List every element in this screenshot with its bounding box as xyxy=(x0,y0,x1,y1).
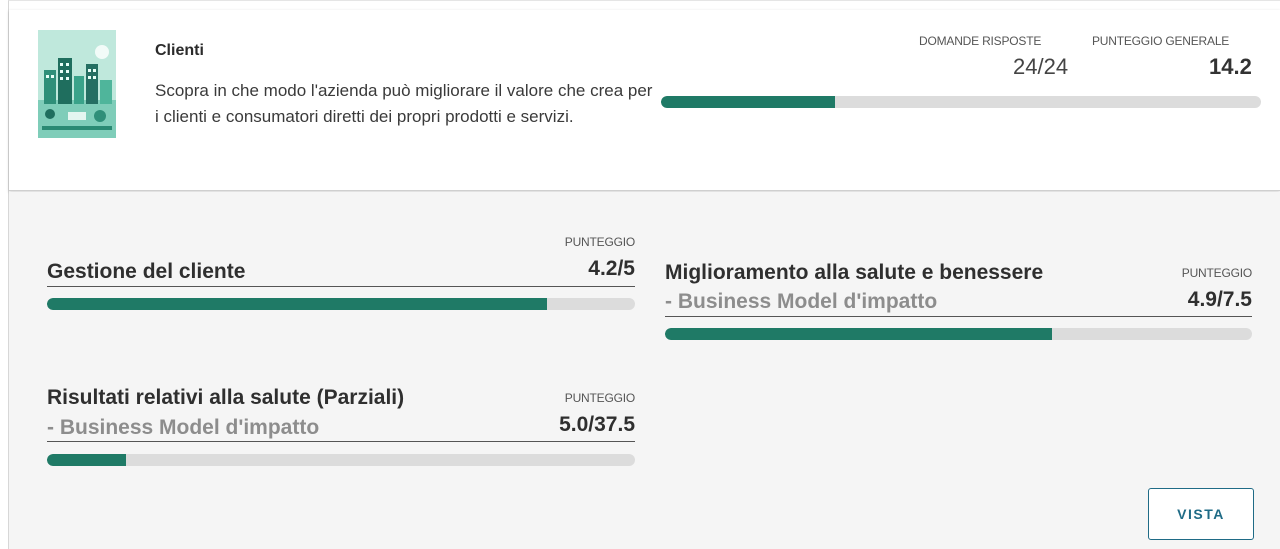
category-subtitle: - Business Model d'impatto xyxy=(47,416,320,439)
category-score: 4.2/5 xyxy=(588,257,635,280)
category-card-health-results: Risultati relativi alla salute (Parziali… xyxy=(47,384,635,474)
overall-score-value: 14.2 xyxy=(1209,54,1252,79)
section-panel: Clienti Scopra in che modo l'azienda può… xyxy=(8,0,1280,549)
overall-progress-fill xyxy=(661,96,835,108)
category-card-health-wellbeing: Miglioramento alla salute e benessere PU… xyxy=(665,256,1252,346)
divider xyxy=(47,441,635,442)
category-card-customer-management: PUNTEGGIO Gestione del cliente 4.2/5 xyxy=(47,232,635,316)
category-progress-bar xyxy=(665,328,1252,340)
divider xyxy=(665,316,1252,317)
overall-progress-bar xyxy=(661,96,1261,108)
section-title: Clienti xyxy=(155,42,204,59)
category-score: 5.0/37.5 xyxy=(559,413,635,436)
category-progress-bar xyxy=(47,298,635,310)
answered-label: DOMANDE RISPOSTE xyxy=(919,34,1042,48)
overall-score-label: PUNTEGGIO GENERALE xyxy=(1092,34,1230,48)
category-title: Gestione del cliente xyxy=(47,260,246,283)
score-label: PUNTEGGIO xyxy=(564,235,635,249)
category-title: Miglioramento alla salute e benessere xyxy=(665,261,1044,284)
category-progress-fill xyxy=(47,454,127,466)
category-score: 4.9/7.5 xyxy=(1187,288,1252,311)
section-header: Clienti Scopra in che modo l'azienda può… xyxy=(9,10,1280,191)
score-label: PUNTEGGIO xyxy=(1181,266,1252,280)
category-progress-fill xyxy=(47,298,547,310)
category-progress-bar xyxy=(47,454,635,466)
category-progress-fill xyxy=(665,328,1053,340)
category-grid: PUNTEGGIO Gestione del cliente 4.2/5 Mig… xyxy=(9,192,1280,549)
category-subtitle: - Business Model d'impatto xyxy=(665,290,938,313)
score-label: PUNTEGGIO xyxy=(564,391,635,405)
section-description: Scopra in che modo l'azienda può miglior… xyxy=(155,81,653,126)
city-illustration-icon xyxy=(38,30,116,138)
divider xyxy=(47,286,635,287)
category-title: Risultati relativi alla salute (Parziali… xyxy=(47,386,405,409)
answered-value: 24/24 xyxy=(1013,54,1069,79)
view-button[interactable]: VISTA xyxy=(1148,488,1254,540)
